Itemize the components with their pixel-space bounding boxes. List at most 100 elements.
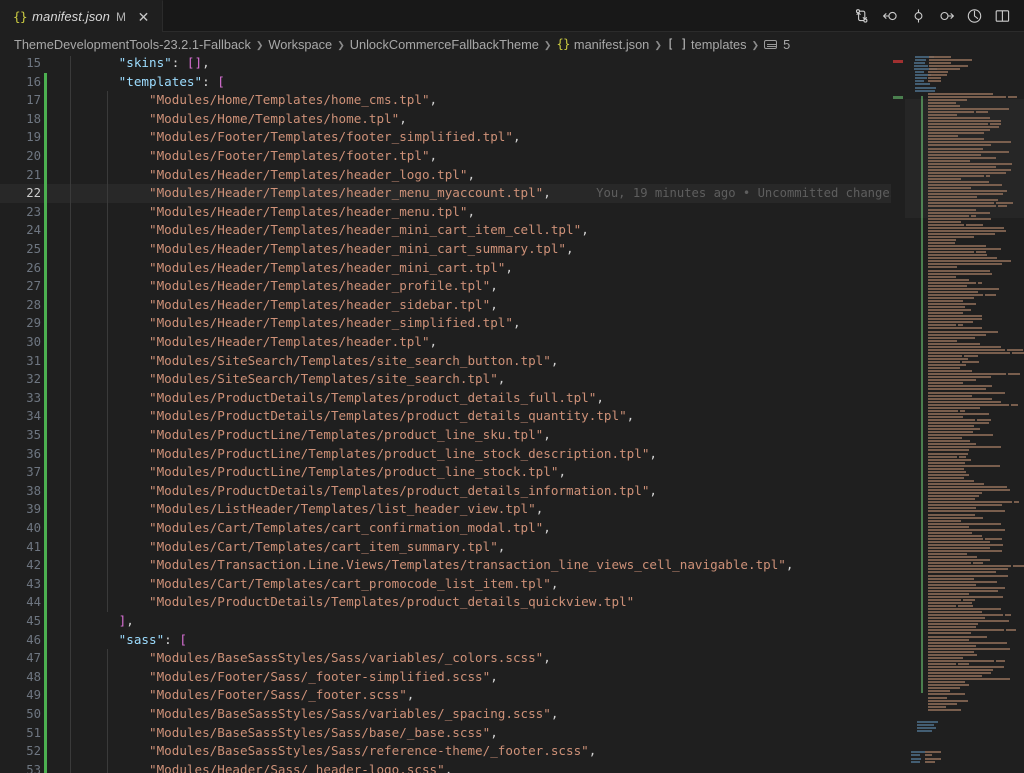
token-key: "skins" — [118, 56, 172, 70]
token-punctuation: , — [543, 520, 551, 535]
code-line[interactable]: 39 "Modules/ListHeader/Templates/list_he… — [0, 500, 905, 519]
step-over-icon[interactable] — [932, 2, 960, 30]
code-line[interactable]: 25 "Modules/Header/Templates/header_mini… — [0, 240, 905, 259]
run-and-debug-icon[interactable] — [960, 2, 988, 30]
source-control-graph-icon[interactable] — [848, 2, 876, 30]
minimap-text-segment — [928, 303, 977, 306]
breadcrumb-item-unlockcommercefallbacktheme[interactable]: UnlockCommerceFallbackTheme — [350, 37, 539, 52]
token-string: "Modules/ProductDetails/Templates/produc… — [149, 389, 597, 405]
tab-modified-badge: M — [115, 9, 126, 24]
code-line[interactable]: 32 "Modules/SiteSearch/Templates/site_se… — [0, 370, 905, 389]
minimap-text-segment — [995, 202, 1013, 205]
minimap-text-segment — [915, 89, 935, 92]
code-line[interactable]: 21 "Modules/Header/Templates/header_logo… — [0, 165, 905, 185]
code-line[interactable]: 48 "Modules/Footer/Sass/_footer-simplifi… — [0, 667, 905, 687]
code-line[interactable]: 17 "Modules/Home/Templates/home_cms.tpl"… — [0, 91, 905, 110]
code-line-text: "Modules/Header/Templates/header_simplif… — [58, 314, 521, 333]
token-string: "Modules/Header/Templates/header_sidebar… — [149, 296, 491, 312]
minimap-text-segment — [928, 476, 964, 479]
code-line[interactable]: 34 "Modules/ProductDetails/Templates/pro… — [0, 407, 905, 426]
token-punctuation: , — [550, 706, 559, 721]
code-line[interactable]: 24 "Modules/Header/Templates/header_mini… — [0, 221, 905, 240]
minimap-text-segment — [928, 647, 1010, 650]
code-line[interactable]: 53 "Modules/Header/Sass/_header-logo.scs… — [0, 760, 905, 773]
code-line[interactable]: 49 "Modules/Footer/Sass/_footer.scss", — [0, 686, 905, 705]
minimap-text-segment — [928, 626, 976, 629]
code-line[interactable]: 51 "Modules/BaseSassStyles/Sass/base/_ba… — [0, 723, 905, 743]
code-line-text: "Modules/BaseSassStyles/Sass/reference-t… — [58, 742, 596, 761]
overview-ruler[interactable] — [891, 56, 905, 773]
minimap-text-segment — [928, 269, 990, 272]
code-line[interactable]: 18 "Modules/Home/Templates/home.tpl", — [0, 109, 905, 129]
breadcrumb-item-templates[interactable]: [ ] templates — [667, 37, 747, 52]
code-line[interactable]: 38 "Modules/ProductDetails/Templates/pro… — [0, 481, 905, 501]
minimap-text-segment — [972, 562, 983, 565]
line-number: 26 — [26, 260, 41, 275]
code-line[interactable]: 23 "Modules/Header/Templates/header_menu… — [0, 202, 905, 222]
code-line[interactable]: 29 "Modules/Header/Templates/header_simp… — [0, 314, 905, 333]
debug-breakpoint-icon[interactable] — [904, 2, 932, 30]
minimap-text-segment — [925, 754, 932, 757]
split-editor-icon[interactable] — [988, 2, 1016, 30]
code-line[interactable]: 28 "Modules/Header/Templates/header_side… — [0, 295, 905, 315]
code-line-text: "Modules/Header/Templates/header_mini_ca… — [58, 221, 589, 240]
minimap-text-segment — [928, 260, 1011, 263]
git-change-bar — [44, 165, 47, 185]
minimap-text-segment — [928, 135, 958, 138]
breadcrumb-separator — [332, 37, 350, 51]
ruler-error-mark — [893, 60, 903, 63]
git-change-bar — [44, 277, 47, 296]
code-line[interactable]: 30 "Modules/Header/Templates/header.tpl"… — [0, 333, 905, 352]
code-line[interactable]: 15 "skins": [], — [0, 56, 905, 73]
code-line[interactable]: 35 "Modules/ProductLine/Templates/produc… — [0, 426, 905, 445]
code-line[interactable]: 16 "templates": [ — [0, 72, 905, 92]
code-line[interactable]: 27 "Modules/Header/Templates/header_prof… — [0, 277, 905, 296]
line-number: 49 — [26, 688, 41, 703]
code-line[interactable]: 45 ], — [0, 612, 905, 631]
minimap-text-segment — [928, 510, 1006, 513]
minimap-text-segment — [928, 287, 999, 290]
breadcrumb-item-manifest-json[interactable]: {} manifest.json — [556, 37, 649, 52]
git-change-bar — [44, 258, 47, 278]
code-text-area[interactable]: 15 "skins": [], 16 "templates": [17 "Modu… — [0, 56, 905, 773]
minimap-text-segment — [928, 296, 974, 299]
editor-action-bar — [848, 0, 1024, 31]
code-line[interactable]: 19 "Modules/Footer/Templates/footer_simp… — [0, 128, 905, 147]
code-line[interactable]: 50 "Modules/BaseSassStyles/Sass/variable… — [0, 705, 905, 724]
close-icon[interactable]: ✕ — [134, 7, 153, 26]
code-line[interactable]: 26 "Modules/Header/Templates/header_mini… — [0, 258, 905, 278]
line-number: 18 — [26, 111, 41, 126]
code-line[interactable]: 37 "Modules/ProductLine/Templates/produc… — [0, 463, 905, 482]
minimap[interactable] — [905, 56, 1024, 773]
minimap-text-segment — [928, 321, 973, 324]
code-line[interactable]: 52 "Modules/BaseSassStyles/Sass/referenc… — [0, 742, 905, 761]
minimap-text-segment — [928, 165, 996, 168]
token-punctuation: , — [543, 650, 551, 666]
minimap-text-segment — [929, 56, 951, 58]
breadcrumb-item-themedevelopmenttools-23-2-1-fallback[interactable]: ThemeDevelopmentTools-23.2.1-Fallback — [14, 37, 251, 52]
minimap-text-segment — [928, 190, 1007, 193]
token-punctuation: , — [626, 408, 635, 424]
tab-manifest-json[interactable]: {} manifest.json M ✕ — [0, 0, 163, 32]
breadcrumb-item-workspace[interactable]: Workspace — [268, 37, 332, 52]
code-line[interactable]: 41 "Modules/Cart/Templates/cart_item_sum… — [0, 537, 905, 557]
minimap-text-segment — [928, 144, 992, 147]
step-back-icon[interactable] — [876, 2, 904, 30]
code-line[interactable]: 42 "Modules/Transaction.Line.Views/Templ… — [0, 556, 905, 575]
code-line[interactable]: 47 "Modules/BaseSassStyles/Sass/variable… — [0, 649, 905, 668]
code-line[interactable]: 40 "Modules/Cart/Templates/cart_confirma… — [0, 519, 905, 538]
minimap-text-segment — [915, 80, 924, 83]
breadcrumb-separator — [649, 37, 667, 51]
minimap-text-segment — [925, 757, 941, 760]
code-line[interactable]: 33 "Modules/ProductDetails/Templates/pro… — [0, 388, 905, 408]
minimap-text-segment — [965, 223, 984, 226]
code-line[interactable]: 44 "Modules/ProductDetails/Templates/pro… — [0, 593, 905, 612]
minimap-text-segment — [928, 132, 985, 135]
code-line[interactable]: 43 "Modules/Cart/Templates/cart_promocod… — [0, 574, 905, 594]
breadcrumb-item-5[interactable]: 5 — [764, 37, 790, 52]
code-line[interactable]: 22 "Modules/Header/Templates/header_menu… — [0, 184, 905, 203]
code-line[interactable]: 20 "Modules/Footer/Templates/footer.tpl"… — [0, 147, 905, 166]
code-line[interactable]: 31 "Modules/SiteSearch/Templates/site_se… — [0, 351, 905, 371]
code-line[interactable]: 46 "sass": [ — [0, 630, 905, 650]
code-line[interactable]: 36 "Modules/ProductLine/Templates/produc… — [0, 444, 905, 464]
